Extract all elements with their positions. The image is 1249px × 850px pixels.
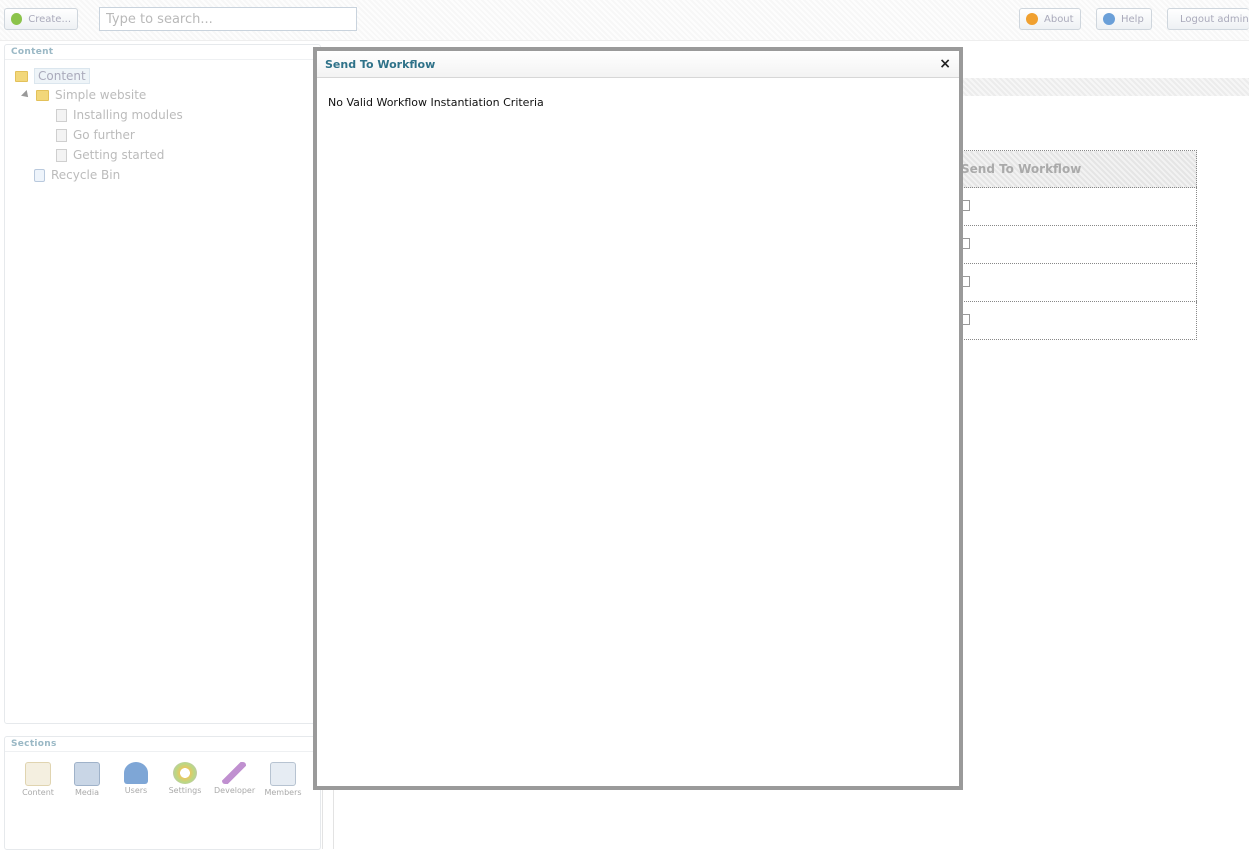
content-panel-title: Content [5, 45, 320, 60]
workflow-table: Send To Workflow [930, 150, 1197, 340]
tree-item-page[interactable]: Getting started [56, 148, 164, 162]
wand-icon [222, 762, 246, 784]
section-label: Developer [214, 786, 256, 795]
document-icon [56, 148, 67, 162]
media-icon [74, 762, 100, 786]
workflow-table-header: Send To Workflow [930, 150, 1197, 188]
expand-arrow-icon[interactable] [21, 90, 31, 100]
section-label: Users [124, 786, 148, 795]
pencil-icon [25, 762, 51, 786]
section-content[interactable]: Content [18, 762, 58, 797]
logout-button-label: Logout admin [1180, 13, 1249, 25]
tree-item-page[interactable]: Installing modules [56, 108, 183, 122]
about-button[interactable]: About [1019, 8, 1081, 30]
members-icon [270, 762, 296, 786]
tree-item-label: Go further [73, 128, 135, 142]
section-settings[interactable]: Settings [165, 762, 205, 795]
help-button[interactable]: Help [1096, 8, 1152, 30]
user-icon [124, 762, 148, 784]
tree-item-page[interactable]: Go further [56, 128, 135, 142]
section-label: Members [264, 788, 302, 797]
send-to-workflow-dialog: Send To Workflow × No Valid Workflow Ins… [313, 47, 963, 790]
section-members[interactable]: Members [263, 762, 303, 797]
about-icon [1026, 13, 1038, 25]
tree-item-label: Recycle Bin [51, 168, 121, 182]
search-input[interactable] [99, 7, 357, 31]
tree-item-label: Installing modules [73, 108, 183, 122]
close-icon[interactable]: × [939, 57, 951, 71]
settings-icon [173, 762, 197, 784]
help-icon [1103, 13, 1115, 25]
content-panel: Content [4, 44, 321, 724]
section-label: Settings [168, 786, 202, 795]
recycle-bin-icon [34, 168, 45, 182]
create-button-label: Create... [28, 13, 71, 25]
dialog-title: Send To Workflow [325, 57, 436, 71]
create-icon [11, 13, 23, 25]
table-row [930, 187, 1197, 226]
tree-item-label: Simple website [55, 88, 147, 102]
dialog-message: No Valid Workflow Instantiation Criteria [328, 96, 544, 109]
dialog-header: Send To Workflow × [317, 51, 959, 78]
table-row [930, 225, 1197, 264]
section-label: Media [74, 788, 100, 797]
sections-panel-title: Sections [5, 737, 320, 752]
top-toolbar: Create... About Help Logout admin [0, 0, 1249, 41]
table-row [931, 302, 1197, 340]
about-button-label: About [1044, 13, 1074, 25]
folder-icon [36, 89, 49, 101]
folder-icon [15, 70, 28, 82]
help-button-label: Help [1121, 13, 1144, 25]
section-label: Content [22, 788, 54, 797]
document-icon [56, 128, 67, 142]
tree-item-content-root[interactable]: Content [15, 68, 90, 84]
logout-button[interactable]: Logout admin [1167, 8, 1249, 30]
tree-item-label: Content [34, 68, 90, 84]
section-media[interactable]: Media [67, 762, 107, 797]
section-users[interactable]: Users [116, 762, 156, 795]
divider [333, 790, 334, 849]
editor-header-strip [960, 78, 1249, 96]
tree-item-label: Getting started [73, 148, 165, 162]
document-icon [56, 108, 67, 122]
tree-item-recycle-bin[interactable]: Recycle Bin [34, 168, 120, 182]
section-developer[interactable]: Developer [214, 762, 256, 795]
create-button[interactable]: Create... [4, 8, 78, 30]
table-row [930, 263, 1197, 302]
tree-item-simple-website[interactable]: Simple website [21, 88, 147, 102]
dialog-body: No Valid Workflow Instantiation Criteria [317, 78, 959, 127]
